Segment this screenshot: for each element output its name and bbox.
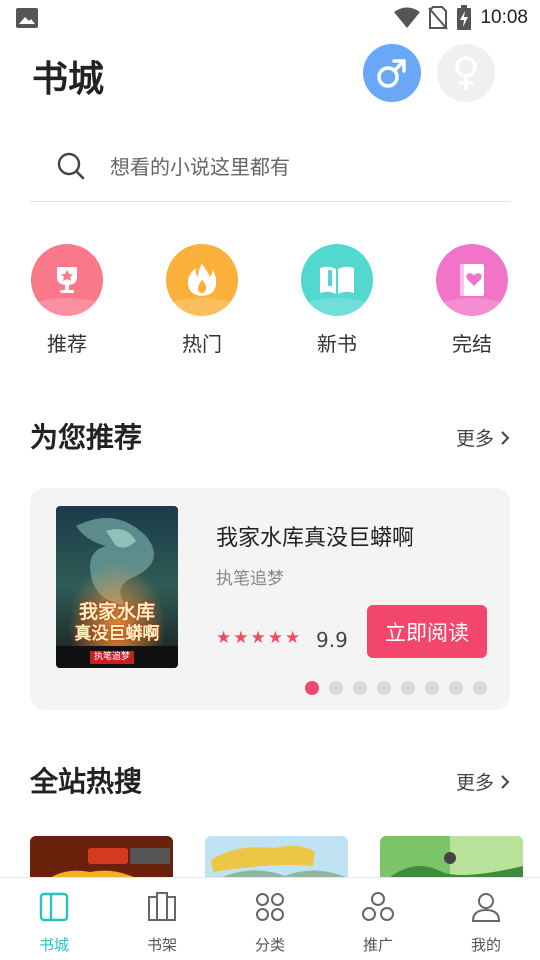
carousel-dot[interactable] (353, 681, 367, 695)
search-placeholder: 想看的小说这里都有 (110, 155, 290, 179)
carousel-dot[interactable] (377, 681, 391, 695)
category-label: 热门 (182, 332, 222, 356)
star-rating: ★ ★ ★ ★ ★ (216, 628, 300, 648)
bookshelf-icon (148, 892, 176, 921)
recommend-card[interactable]: 我家水库 真没巨蟒啊 执笔追梦 我家水库真没巨蟒啊 执笔追梦 ★ ★ ★ ★ ★… (30, 488, 510, 710)
star-icon: ★ (285, 628, 301, 648)
search-icon (57, 152, 85, 179)
open-book-icon (320, 266, 354, 294)
battery-charging-icon (457, 5, 472, 30)
clock-time: 10:08 (480, 7, 528, 28)
book-author: 执笔追梦 (216, 569, 284, 589)
status-icons: 10:08 (394, 4, 528, 32)
category-hot[interactable]: 热门 (147, 244, 257, 357)
read-now-button[interactable]: 立即阅读 (367, 605, 487, 658)
profile-icon (471, 893, 501, 922)
section-title-recommend: 为您推荐 (30, 421, 143, 454)
nav-label: 书城 (38, 936, 69, 954)
category-label: 完结 (452, 332, 492, 356)
star-icon: ★ (267, 628, 283, 648)
star-icon: ★ (250, 628, 266, 648)
flame-icon (187, 264, 217, 296)
female-symbol-icon (455, 56, 477, 91)
hot-search-more-link[interactable]: 更多 (456, 768, 510, 795)
nav-profile[interactable]: 我的 (446, 890, 526, 955)
category-icon (256, 893, 284, 921)
recommend-more-link[interactable]: 更多 (456, 424, 510, 451)
cover-author-tag: 执笔追梦 (90, 651, 135, 664)
more-label: 更多 (455, 428, 494, 450)
chevron-right-icon (501, 430, 510, 445)
nav-bookstore[interactable]: 书城 (14, 890, 94, 955)
star-icon: ★ (233, 628, 249, 648)
category-finished[interactable]: 完结 (417, 244, 527, 357)
category-finished-badge (436, 244, 508, 316)
book-cover[interactable]: 我家水库 真没巨蟒啊 执笔追梦 (56, 506, 178, 668)
category-label: 新书 (317, 332, 357, 356)
carousel-dot-active[interactable] (305, 681, 319, 695)
star-icon: ★ (216, 628, 232, 648)
cover-title-line-2: 真没巨蟒啊 (74, 624, 160, 644)
category-shortcuts: 推荐 热门 新书 完结 (0, 244, 540, 364)
carousel-dot[interactable] (449, 681, 463, 695)
book-title[interactable]: 我家水库真没巨蟒啊 (216, 520, 414, 552)
male-toggle-button[interactable] (363, 44, 421, 102)
more-label: 更多 (455, 772, 494, 794)
section-title-hot-search: 全站热搜 (30, 765, 143, 798)
carousel-dot[interactable] (425, 681, 439, 695)
carousel-indicator (305, 681, 487, 695)
category-recommend[interactable]: 推荐 (12, 244, 122, 357)
female-toggle-button[interactable] (437, 44, 495, 102)
nav-label: 推广 (362, 936, 393, 954)
category-label: 推荐 (47, 332, 87, 356)
nav-label: 我的 (470, 936, 501, 954)
male-symbol-icon (377, 59, 406, 88)
nav-label: 书架 (146, 936, 177, 954)
nav-category[interactable]: 分类 (230, 890, 310, 955)
gallery-notification-icon (16, 8, 38, 28)
no-sim-icon (428, 6, 449, 30)
category-new[interactable]: 新书 (282, 244, 392, 357)
bookstore-icon (39, 892, 69, 922)
nav-bookshelf[interactable]: 书架 (122, 890, 202, 955)
nav-label: 分类 (254, 936, 285, 954)
category-new-badge (301, 244, 373, 316)
carousel-dot[interactable] (401, 681, 415, 695)
carousel-dot[interactable] (473, 681, 487, 695)
heart-book-icon (460, 264, 484, 296)
category-recommend-badge (31, 244, 103, 316)
page-title: 书城 (32, 58, 105, 100)
share-icon (362, 892, 394, 921)
wifi-icon (394, 7, 421, 28)
carousel-dot[interactable] (329, 681, 343, 695)
chevron-right-icon (501, 774, 510, 789)
cover-title-line-1: 我家水库 (78, 601, 155, 623)
rating-score: 9.9 (316, 628, 348, 652)
status-bar: 10:08 (0, 0, 540, 36)
search-bar[interactable]: 想看的小说这里都有 (30, 130, 510, 202)
bottom-navigation: 书城 书架 分类 推广 我的 (0, 877, 540, 960)
category-hot-badge (166, 244, 238, 316)
trophy-icon (57, 267, 77, 293)
nav-promote[interactable]: 推广 (338, 890, 418, 955)
